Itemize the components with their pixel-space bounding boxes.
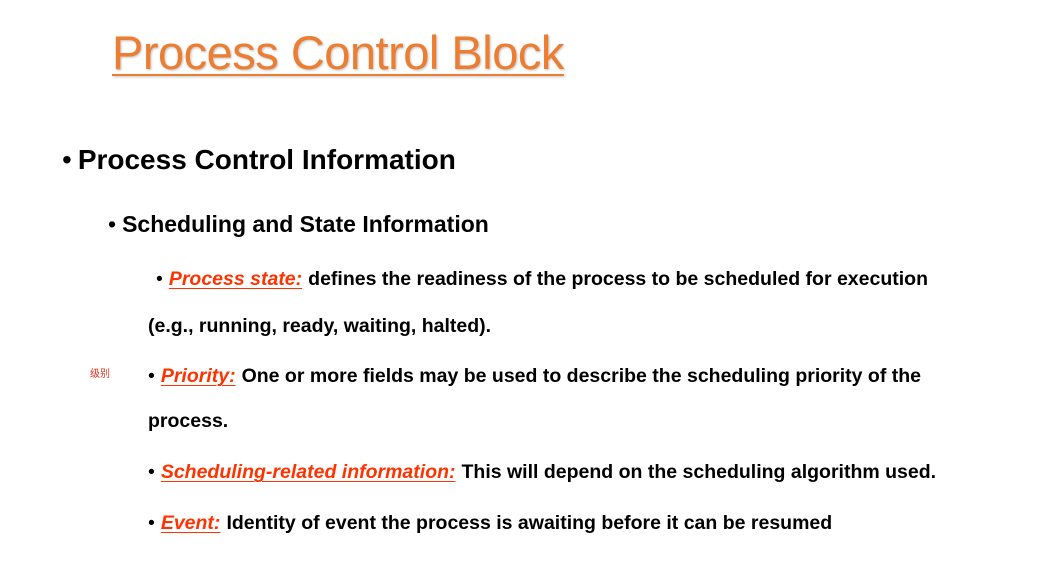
bullet-marker: • <box>148 461 155 483</box>
bullet-marker: • <box>108 211 117 237</box>
term-priority: Priority: <box>160 365 236 387</box>
margin-note: 级别 <box>90 369 110 380</box>
slide-title: Process Control Block <box>112 26 564 79</box>
bullet-marker: • <box>156 268 163 290</box>
item-text-line1: This will depend on the scheduling algor… <box>461 461 937 483</box>
term-process-state: Process state: <box>168 268 303 290</box>
term-scheduling-related-information: Scheduling-related information: <box>160 461 456 483</box>
bullet-marker: • <box>62 144 72 175</box>
bullet-level1: • Process Control Information <box>62 142 456 178</box>
term-event: Event: <box>160 512 221 534</box>
bullet-marker: • <box>148 512 155 534</box>
item-text-line2: process. <box>148 410 229 432</box>
list-item-process-state-continued: (e.g., running, ready, waiting, halted). <box>148 313 491 339</box>
list-item-event: • Event: Identity of event the process is … <box>148 510 832 536</box>
item-text-line2: (e.g., running, ready, waiting, halted). <box>148 315 492 337</box>
item-text-line1: defines the readiness of the process to … <box>308 268 928 290</box>
list-item-process-state: • Process state: defines the readiness of … <box>156 266 928 292</box>
bullet-level1-text: Process Control Information <box>77 144 456 175</box>
bullet-marker: • <box>148 365 155 387</box>
list-item-priority: • Priority: One or more fields may be used… <box>148 363 921 389</box>
bullet-level2: • Scheduling and State Information <box>108 209 489 239</box>
list-item-priority-continued: process. <box>148 408 228 434</box>
bullet-level2-text: Scheduling and State Information <box>122 211 489 237</box>
item-text-line1: Identity of event the process is awaitin… <box>226 512 833 534</box>
item-text-line1: One or more fields may be used to descri… <box>241 365 921 387</box>
list-item-scheduling-info: • Scheduling-related information: This wil… <box>148 459 936 485</box>
